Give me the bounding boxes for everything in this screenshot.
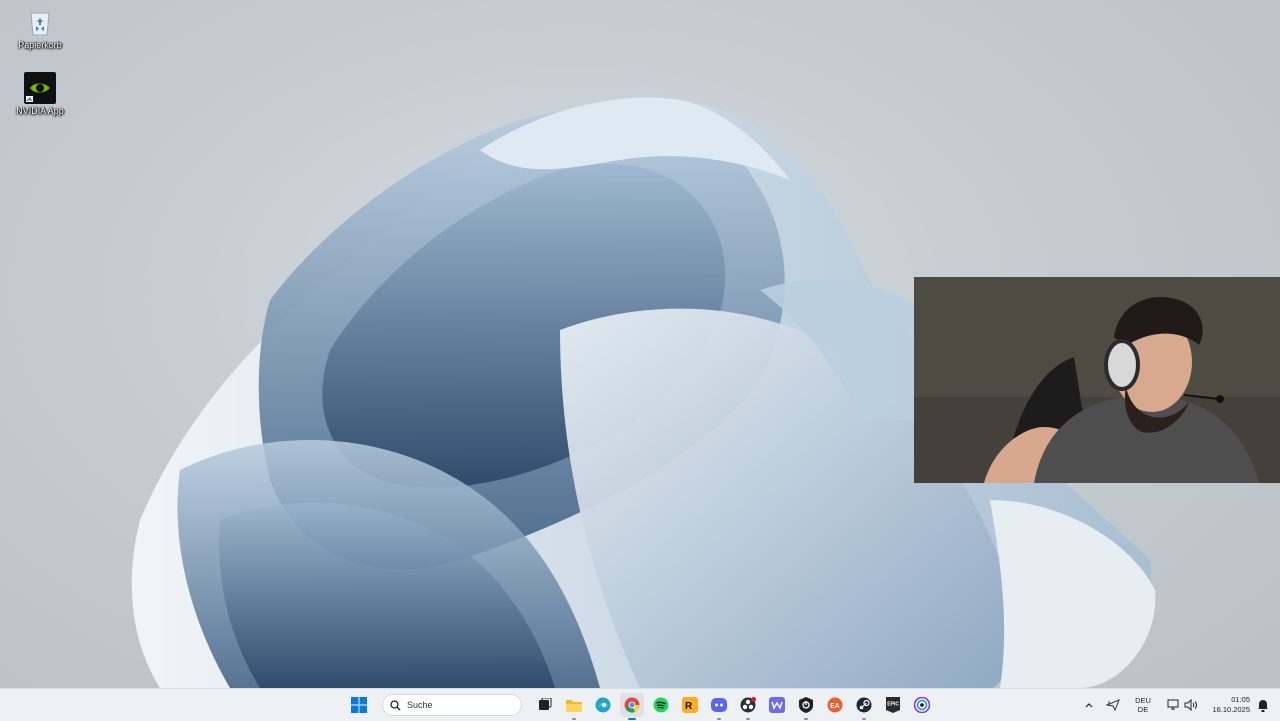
network-button[interactable] [1164,696,1182,714]
spotify-icon [653,697,669,713]
windows-start-icon [351,697,367,713]
taskbar-edge[interactable] [591,693,615,717]
taskbar-rockstar[interactable]: R [678,693,702,717]
tray-app-button[interactable] [1104,696,1122,714]
speaker-icon [1184,699,1197,711]
taskbar-discord[interactable] [707,693,731,720]
chrome-icon [624,697,640,713]
language-code: DEU [1135,696,1151,705]
ea-icon: EA [827,697,843,713]
shield-app-icon [799,697,813,713]
recycle-bin-icon [24,6,56,38]
volume-button[interactable] [1182,696,1200,714]
search-placeholder: Suche [407,700,433,710]
input-language-button[interactable]: DEU DE [1130,696,1156,714]
taskbar-apps: Suche R EA EPIC [347,691,934,720]
edge-icon [595,697,611,713]
svg-text:EA: EA [830,703,840,710]
start-button[interactable] [347,693,371,717]
warp-icon [769,697,785,713]
taskbar-shield-app[interactable] [794,693,818,720]
taskbar-warp[interactable] [765,693,789,717]
desktop-icon-nvidia-app[interactable]: NVIDIA App [8,72,72,117]
taskbar-steam[interactable] [852,693,876,720]
clock-button[interactable]: 01:05 16.10.2025 [1206,695,1250,715]
system-tray: DEU DE 01:05 16.10.2025 [1080,689,1280,721]
taskbar-spotify[interactable] [649,693,673,717]
desktop-icon-recycle-bin[interactable]: Papierkorb [8,6,72,51]
taskbar-epic-games[interactable]: EPIC [881,693,905,717]
chevron-up-icon [1085,703,1093,708]
taskbar-file-explorer[interactable] [562,693,586,720]
notification-bell-icon [1258,699,1268,712]
svg-text:EPIC: EPIC [887,702,899,708]
taskbar: Suche R EA EPIC DEU DE 01:05 16.10.2025 [0,688,1280,721]
taskbar-obs[interactable] [736,693,760,720]
webcam-overlay [914,277,1280,483]
desktop-icon-label: Papierkorb [18,40,62,50]
steam-icon [856,697,872,713]
obs-icon [740,697,756,713]
taskbar-chrome[interactable] [620,693,644,720]
clock-time: 01:05 [1231,695,1250,704]
file-explorer-icon [566,700,582,712]
taskbar-search[interactable]: Suche [382,694,522,716]
network-icon [1167,699,1178,710]
epic-games-icon: EPIC [886,697,900,713]
discord-icon [711,698,727,712]
notification-center-button[interactable] [1254,696,1272,714]
task-view-icon [539,698,552,710]
desktop-icon-label: NVIDIA App [16,106,64,116]
task-view-button[interactable] [533,693,557,717]
nvidia-icon [24,72,56,104]
show-hidden-icons-button[interactable] [1080,696,1098,714]
keyboard-layout: DE [1137,705,1149,714]
search-icon [390,699,401,710]
taskbar-ubisoft[interactable] [910,693,934,717]
taskbar-ea[interactable]: EA [823,693,847,717]
ubisoft-icon [914,697,930,713]
clock-date: 16.10.2025 [1212,705,1250,714]
svg-text:R: R [685,701,693,712]
send-icon [1106,699,1120,711]
rockstar-icon: R [682,697,698,713]
